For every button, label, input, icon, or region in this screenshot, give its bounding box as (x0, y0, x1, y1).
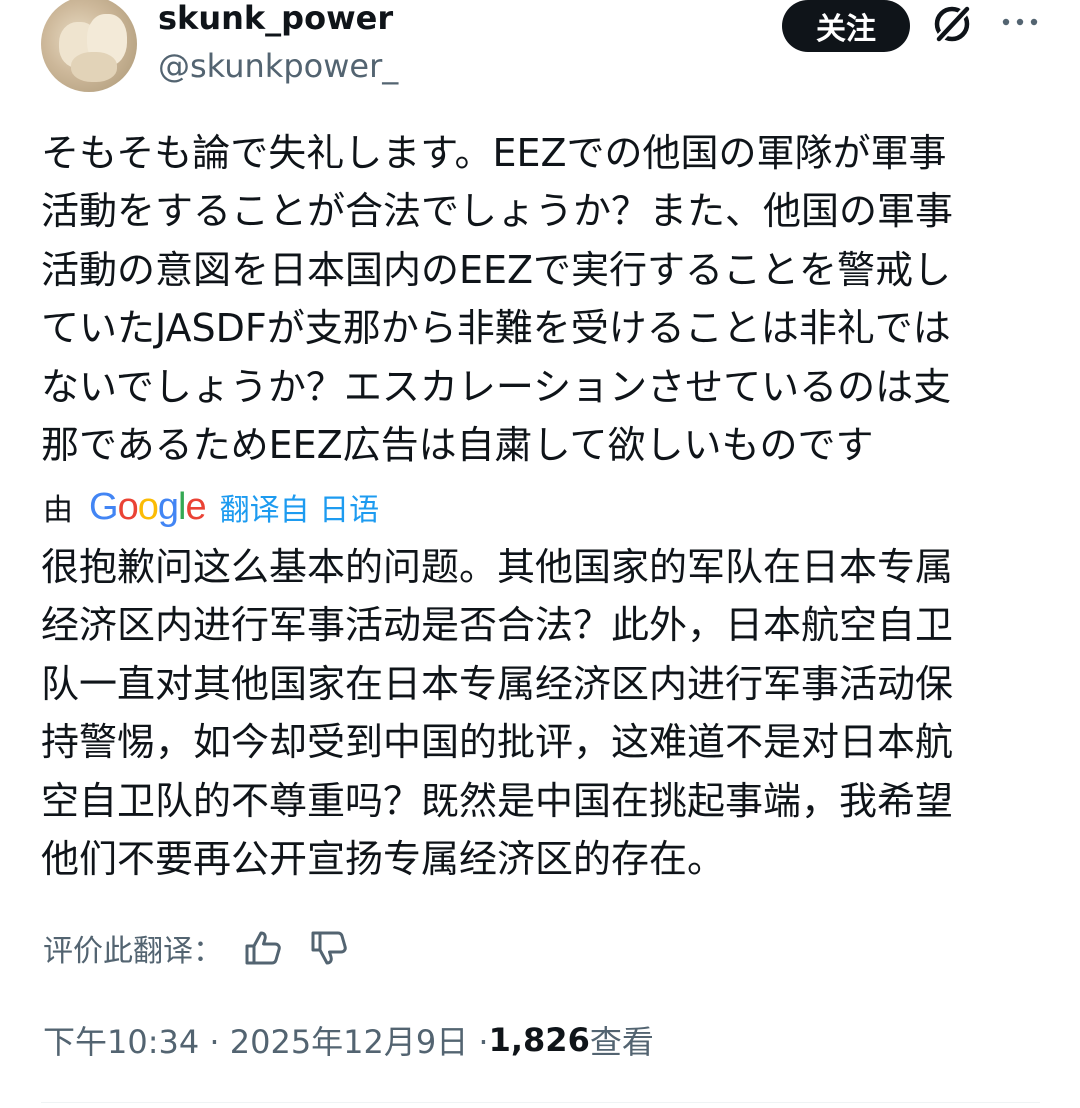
author-handle[interactable]: @skunkpower_ (158, 46, 398, 86)
google-logo-letter: o (137, 486, 159, 528)
grok-icon[interactable] (930, 2, 974, 46)
translation-attribution: 由 Google 翻译自 日语 (43, 484, 379, 530)
thumbs-up-icon[interactable] (243, 928, 283, 968)
source-language-link[interactable]: 翻译自 日语 (220, 485, 380, 529)
translated-by-label: 由 (43, 493, 73, 528)
views-label: 查看 (589, 1023, 654, 1061)
divider (41, 1102, 1040, 1103)
follow-button[interactable]: 关注 (782, 0, 910, 52)
rate-translation-row: 评价此翻译： (43, 922, 375, 974)
views-count: 1,826 (488, 1021, 590, 1059)
more-icon[interactable] (1000, 10, 1040, 34)
google-logo-letter: o (117, 486, 139, 528)
avatar-shape (71, 52, 117, 82)
google-logo: Google (89, 484, 207, 530)
translated-text: 很抱歉问这么基本的问题。其他国家的军队在日本专属 经济区内进行军事活动是否合法？… (41, 545, 954, 882)
google-logo-letter: G (89, 486, 119, 528)
google-logo-letter: g (157, 486, 179, 528)
tweet-text: そもそも論で失礼します。EEZでの他国の軍隊が軍事 活動をすることが合法でしょう… (41, 131, 954, 468)
thumbs-down-icon[interactable] (309, 928, 349, 968)
author-display-name[interactable]: skunk_power (158, 0, 393, 36)
rate-translation-label: 评价此翻译： (43, 934, 223, 969)
timestamp[interactable]: 下午10:34 · 2025年12月9日 · (43, 1017, 489, 1063)
avatar[interactable] (41, 0, 137, 92)
google-logo-letter: e (185, 486, 206, 528)
tweet-meta: 下午10:34 · 2025年12月9日 · 1,826 查看 (43, 1014, 654, 1066)
